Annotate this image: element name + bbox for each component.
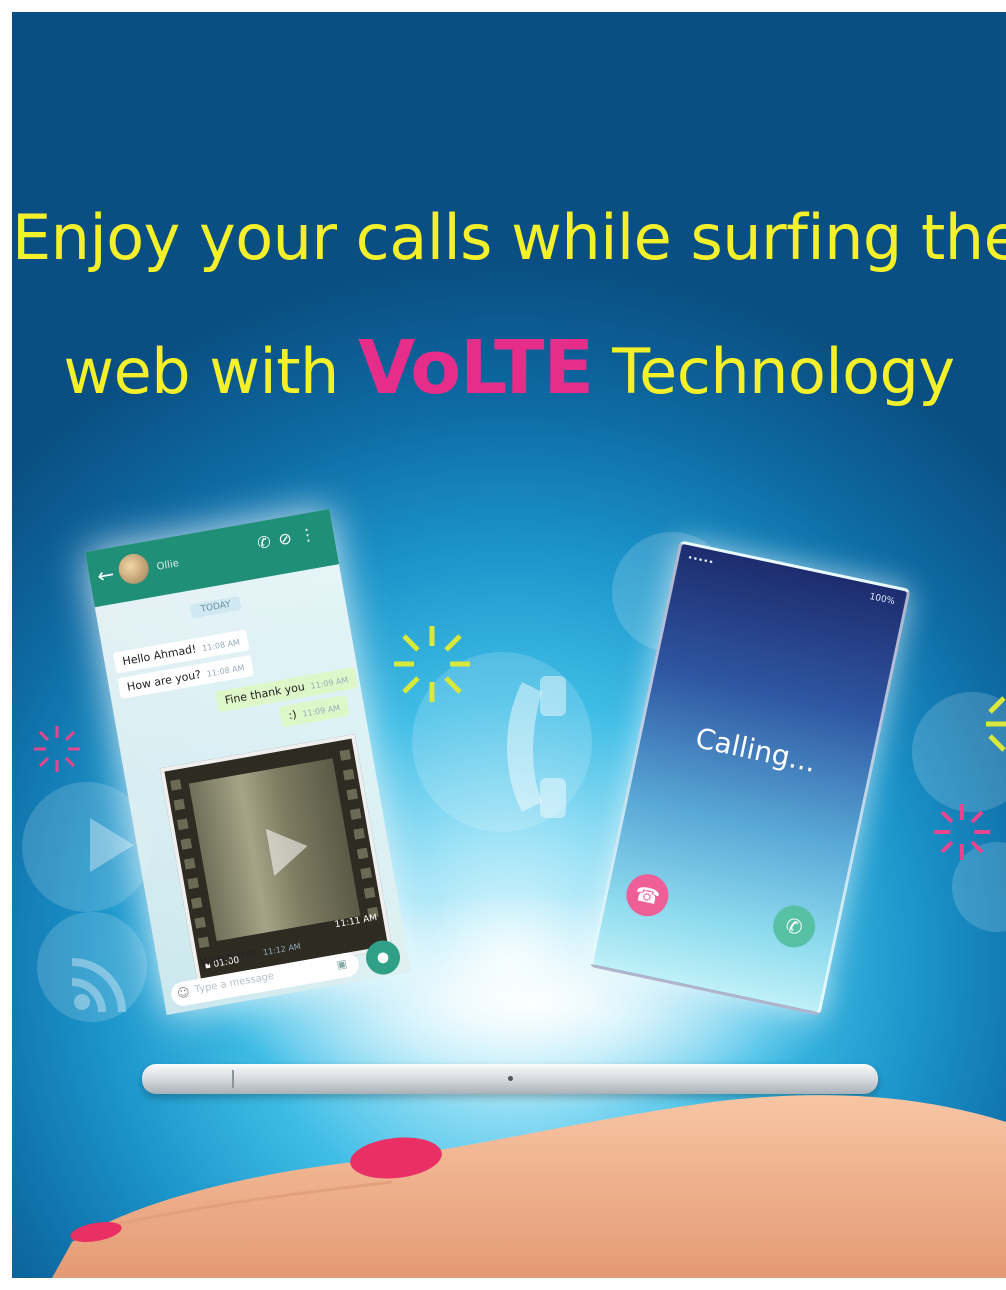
sparkle-icon <box>34 726 80 772</box>
message-text: Hello Ahmad! <box>121 642 198 669</box>
sparkle-icon <box>394 626 470 702</box>
headline-suffix: Technology <box>612 335 955 408</box>
more-icon[interactable]: ⋮ <box>298 523 325 546</box>
chat-header-actions: ✆⊘⋮ <box>256 523 325 553</box>
message-time: 11:08 AM <box>201 637 241 654</box>
battery-level: 100% <box>868 592 896 608</box>
message-time: 11:09 AM <box>309 675 349 691</box>
wifi-icon <box>71 958 126 1013</box>
date-separator: TODAY <box>189 595 242 619</box>
phone-icon <box>507 676 566 818</box>
headline-prefix: web with <box>63 335 339 408</box>
play-icon[interactable] <box>265 822 312 877</box>
emoji-icon[interactable]: ☺ <box>176 985 191 1001</box>
message-time: 11:08 AM <box>206 663 246 679</box>
phone-answer-icon[interactable]: ✆ <box>769 901 820 952</box>
phone-hangup-icon[interactable]: ☎ <box>622 870 673 921</box>
chat-header: ← Ollie ✆⊘⋮ <box>85 509 340 608</box>
back-arrow-icon[interactable]: ← <box>95 562 116 589</box>
call-status-text: Calling... <box>692 721 820 779</box>
contact-name: Ollie <box>155 558 180 573</box>
message-time: 11:09 AM <box>301 703 341 719</box>
hand-image <box>52 1095 1006 1278</box>
device-port <box>508 1076 513 1081</box>
camera-icon[interactable]: ▣ <box>336 957 349 972</box>
headline-line-2: web with VoLTE Technology <box>12 331 1006 408</box>
message-text: :) <box>287 707 298 723</box>
video-thumbnail <box>188 758 361 942</box>
caption-time: 11:12 AM <box>262 941 302 958</box>
message-text: Fine thank you <box>223 680 306 707</box>
message-bubble: :) 11:09 AM <box>278 694 350 728</box>
volte-poster: Enjoy your calls while surfing the web w… <box>12 12 1006 1278</box>
message-text: How are you? <box>126 667 203 694</box>
sparkle-icon <box>934 804 990 860</box>
sparkle-icon <box>986 696 1006 752</box>
signal-indicator: ••••• <box>686 553 715 569</box>
volte-brand: VoLTE <box>358 325 594 411</box>
avatar <box>116 551 152 587</box>
headline-line-1: Enjoy your calls while surfing the <box>12 201 1006 274</box>
